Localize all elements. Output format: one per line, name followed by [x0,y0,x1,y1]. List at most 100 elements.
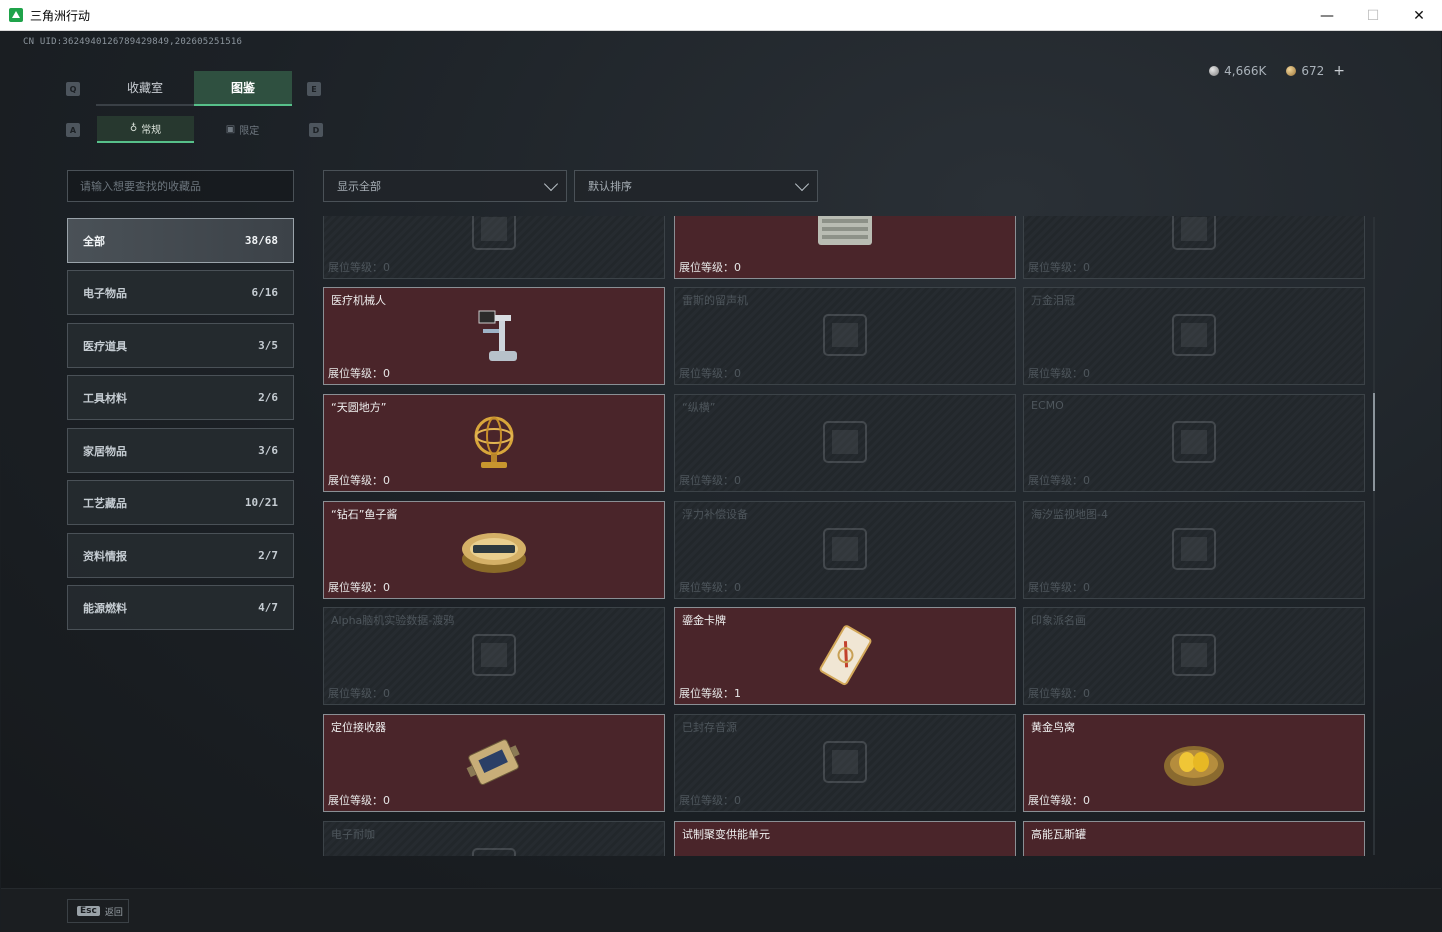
key-hint-q: Q [66,82,80,96]
level-value: 0 [383,687,390,700]
card-level: 展位等级：0 [679,259,741,275]
card-level: 展位等级：0 [1028,792,1090,808]
card-name: 浮力补偿设备 [682,508,748,521]
scrollbar-thumb[interactable] [1373,393,1375,491]
tab-regular[interactable]: ♁ 常规 [97,116,194,143]
level-value: 0 [1083,367,1090,380]
category-item[interactable]: 能源燃料 4/7 [67,585,294,630]
chevron-down-icon [543,176,559,192]
card-level: 展位等级：0 [679,472,741,488]
tab-limited[interactable]: ▣ 限定 [194,116,291,143]
card-level: 展位等级：0 [679,792,741,808]
player-uid: CN UID:362494012678942984​9,202605251516 [23,37,243,47]
category-item[interactable]: 家居物品 3/6 [67,428,294,473]
level-value: 0 [1083,261,1090,274]
game-viewport: CN UID:362494012678942984​9,202605251516… [1,31,1441,888]
card-name: 电子耐咖 [331,828,375,841]
collection-card[interactable]: 印象派名画展位等级：0 [1023,607,1365,705]
regular-icon: ♁ [129,123,138,134]
card-name: 黄金鸟窝 [1031,721,1075,734]
collection-card[interactable]: 万金泪冠展位等级：0 [1023,287,1365,385]
collection-card[interactable]: 试制聚变供能单元 [674,821,1016,856]
level-label: 展位等级： [1028,367,1083,380]
level-value: 0 [1083,794,1090,807]
window-title: 三角洲行动 [30,8,91,23]
collection-card[interactable]: “纵横” 展位等级：0 [674,394,1016,492]
collection-card[interactable]: “天圆地方” 展位等级：0 [323,394,665,492]
currency-bar: 4,666K 672 + [1209,63,1345,79]
tab-codex[interactable]: 图鉴 [194,71,292,106]
collection-card[interactable]: Alpha脑机实验数据-渡鸦 展位等级：0 [323,607,665,705]
level-value: 0 [734,794,741,807]
collection-card[interactable]: 雷斯的留声机 展位等级：0 [674,287,1016,385]
category-label: 医疗道具 [83,339,127,353]
back-label: 返回 [104,907,123,918]
tab-collection-room[interactable]: 收藏室 [96,71,194,106]
silver-amount: 4,666K [1224,64,1267,78]
collection-card[interactable]: 展位等级：0 [674,216,1016,279]
filter-dropdown[interactable]: 显示全部 [323,170,567,202]
category-item[interactable]: 全部 38/68 [67,218,294,263]
category-count: 10/21 [244,496,278,509]
collection-card[interactable]: 海汐监视地图-4 展位等级：0 [1023,501,1365,599]
category-label: 家居物品 [83,444,127,458]
add-currency-button[interactable]: + [1333,63,1345,79]
key-hint-a: A [66,123,80,137]
minimize-button[interactable]: — [1304,0,1350,31]
level-value: 0 [383,474,390,487]
card-name: 万金泪冠 [1031,294,1075,307]
level-label: 展位等级： [1028,687,1083,700]
tab-regular-label: 常规 [141,125,162,136]
sort-dropdown[interactable]: 默认排序 [574,170,818,202]
category-item[interactable]: 资料情报 2/7 [67,533,294,578]
search-input[interactable]: 请输入想要查找的收藏品 [67,170,294,202]
collection-card[interactable]: 已封存音源 展位等级：0 [674,714,1016,812]
level-label: 展位等级： [1028,474,1083,487]
card-level: 展位等级：0 [328,792,390,808]
collection-card[interactable]: 展位等级：0 [1023,216,1365,279]
level-value: 0 [734,581,741,594]
card-level: 展位等级：0 [679,365,741,381]
collection-card[interactable]: 医疗机械人 展位等级：0 [323,287,665,385]
card-name: 定位接收器 [331,721,386,734]
collection-card[interactable]: ECMO 展位等级：0 [1023,394,1365,492]
card-name: ECMO [1031,399,1064,412]
collection-card[interactable]: 高能瓦斯罐 [1023,821,1365,856]
collection-card[interactable]: 黄金鸟窝展位等级：0 [1023,714,1365,812]
category-item[interactable]: 工具材料 2/6 [67,375,294,420]
chevron-down-icon [794,176,810,192]
collection-card[interactable]: “钻石”鱼子酱 展位等级：0 [323,501,665,599]
card-name: Alpha脑机实验数据-渡鸦 [331,614,455,627]
category-label: 电子物品 [83,286,127,300]
level-label: 展位等级： [328,581,383,594]
level-value: 0 [383,261,390,274]
card-level: 展位等级：0 [328,579,390,595]
close-button[interactable]: ✕ [1396,0,1442,31]
esc-key-icon: Esc [77,906,100,916]
gold-amount: 672 [1301,64,1325,78]
collection-card[interactable]: 电子耐咖 [323,821,665,856]
level-value: 0 [1083,687,1090,700]
scrollbar-track[interactable] [1373,217,1375,855]
back-button[interactable]: Esc 返回 [67,899,129,923]
collection-card[interactable]: 浮力补偿设备 展位等级：0 [674,501,1016,599]
collection-card[interactable]: 定位接收器展位等级：0 [323,714,665,812]
sort-dropdown-value: 默认排序 [588,180,632,193]
main-tabs: 收藏室 图鉴 [96,71,292,106]
category-item[interactable]: 医疗道具 3/5 [67,323,294,368]
category-label: 全部 [83,234,105,248]
collection-card[interactable]: 鎏金卡牌 展位等级：1 [674,607,1016,705]
category-label: 能源燃料 [83,601,127,615]
card-name: 印象派名画 [1031,614,1086,627]
collection-card[interactable]: 展位等级：0 [323,216,665,279]
category-item[interactable]: 电子物品 6/16 [67,270,294,315]
category-count: 3/5 [258,339,278,352]
level-label: 展位等级： [679,687,734,700]
card-level: 展位等级：0 [1028,259,1090,275]
category-item[interactable]: 工艺藏品 10/21 [67,480,294,525]
maximize-button[interactable]: ☐ [1350,0,1396,31]
level-label: 展位等级： [328,367,383,380]
category-count: 2/6 [258,391,278,404]
gold-currency: 672 + [1286,63,1345,79]
app-logo-icon [9,8,23,22]
